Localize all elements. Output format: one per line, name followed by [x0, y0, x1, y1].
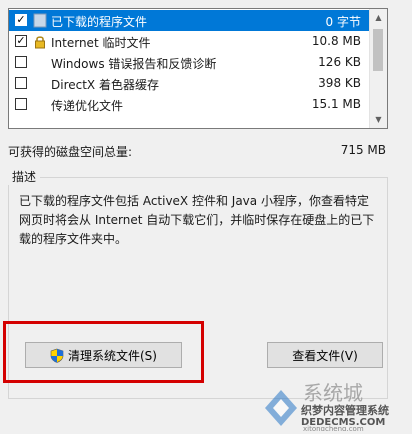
file-name: Windows 错误报告和反馈诊断 — [51, 57, 217, 71]
file-size: 0 字节 — [325, 15, 361, 29]
file-size: 398 KB — [318, 76, 361, 90]
file-checkbox[interactable] — [15, 77, 27, 89]
scroll-down-arrow[interactable]: ▼ — [370, 111, 387, 128]
folder-icon — [33, 13, 47, 28]
description-text: 已下载的程序文件包括 ActiveX 控件和 Java 小程序，你查看特定网页时… — [19, 194, 375, 246]
file-list[interactable]: ✓ 已下载的程序文件 0 字节 ✓ Internet 临时文件 10.8 MB Window… — [8, 8, 388, 129]
file-size: 126 KB — [318, 55, 361, 69]
scroll-up-arrow[interactable]: ▲ — [370, 9, 387, 26]
file-name: Internet 临时文件 — [51, 36, 151, 50]
file-name: 已下载的程序文件 — [51, 15, 148, 29]
view-files-button[interactable]: 查看文件(V) — [267, 342, 383, 368]
file-checkbox[interactable]: ✓ — [15, 14, 27, 26]
svg-text:xitongcheng.com: xitongcheng.com — [303, 425, 364, 431]
file-row[interactable]: 传递优化文件 15.1 MB — [9, 94, 371, 115]
total-space-label: 可获得的磁盘空间总量: — [8, 145, 133, 159]
svg-text:系统城: 系统城 — [303, 381, 363, 405]
file-name: 传递优化文件 — [51, 99, 124, 113]
list-scrollbar[interactable]: ▲ ▼ — [369, 9, 387, 128]
view-files-label: 查看文件(V) — [292, 348, 358, 363]
shield-icon — [50, 348, 64, 363]
lock-icon — [33, 34, 47, 49]
file-size: 15.1 MB — [311, 97, 361, 111]
file-checkbox[interactable] — [15, 56, 27, 68]
file-checkbox[interactable] — [15, 98, 27, 110]
clean-system-files-button[interactable]: 清理系统文件(S) — [25, 342, 182, 368]
file-size: 10.8 MB — [311, 34, 361, 48]
file-row[interactable]: ✓ Internet 临时文件 10.8 MB — [9, 31, 371, 52]
clean-system-files-label: 清理系统文件(S) — [68, 348, 157, 363]
total-space-value: 715 MB — [340, 143, 386, 157]
scroll-thumb[interactable] — [373, 29, 383, 71]
description-title: 描述 — [8, 168, 41, 185]
watermark-logo: 系统城 织梦内容管理系统 DEDECMS.COM xitongcheng.com — [255, 378, 412, 433]
file-checkbox[interactable]: ✓ — [15, 35, 27, 47]
file-row[interactable]: ✓ 已下载的程序文件 0 字节 — [9, 10, 371, 31]
svg-text:织梦内容管理系统: 织梦内容管理系统 — [301, 403, 389, 417]
file-row[interactable]: Windows 错误报告和反馈诊断 126 KB — [9, 52, 371, 73]
file-row[interactable]: DirectX 着色器缓存 398 KB — [9, 73, 371, 94]
file-name: DirectX 着色器缓存 — [51, 78, 159, 92]
